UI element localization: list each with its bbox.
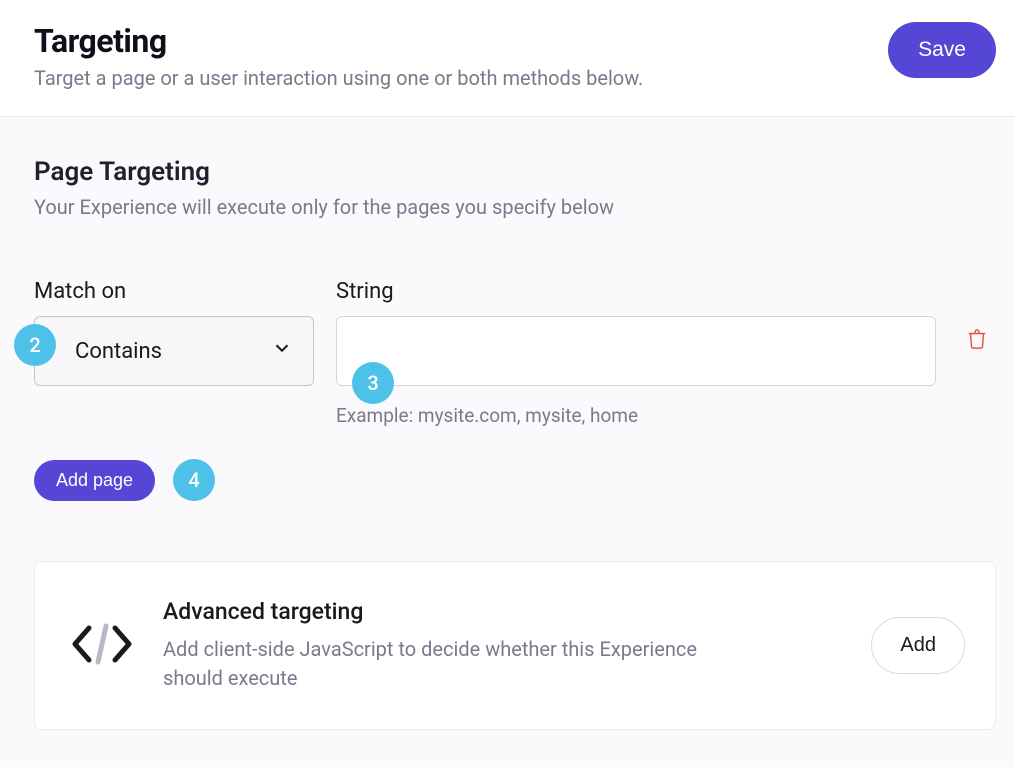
chevron-down-icon <box>271 337 293 365</box>
string-input[interactable] <box>336 316 936 386</box>
advanced-targeting-description: Add client-side JavaScript to decide whe… <box>163 635 723 693</box>
header-text-block: Targeting Target a page or a user intera… <box>34 22 888 90</box>
trash-icon <box>966 339 988 354</box>
match-on-field: Match on 2 Contains <box>34 279 314 386</box>
add-page-button[interactable]: Add page <box>34 460 155 501</box>
step-badge-3: 3 <box>352 362 394 404</box>
page-header: Targeting Target a page or a user intera… <box>0 0 1014 117</box>
save-button[interactable]: Save <box>888 22 996 78</box>
step-badge-4: 4 <box>173 459 215 501</box>
advanced-text-block: Advanced targeting Add client-side JavaS… <box>163 598 843 693</box>
targeting-fields-row: Match on 2 Contains String 3 Example: my… <box>34 279 996 427</box>
add-page-row: Add page 4 <box>34 459 996 501</box>
section-subtitle-page-targeting: Your Experience will execute only for th… <box>34 195 996 219</box>
page-subtitle: Target a page or a user interaction usin… <box>34 66 888 90</box>
advanced-targeting-title: Advanced targeting <box>163 598 843 625</box>
step-badge-2: 2 <box>14 324 56 366</box>
delete-row-container <box>958 279 996 362</box>
advanced-targeting-card: Advanced targeting Add client-side JavaS… <box>34 561 996 730</box>
content-area: Page Targeting Your Experience will exec… <box>0 117 1014 767</box>
page-title: Targeting <box>34 22 888 60</box>
string-label: String <box>336 279 936 304</box>
code-icon <box>69 620 135 672</box>
string-field: String 3 Example: mysite.com, mysite, ho… <box>336 279 936 427</box>
string-hint: Example: mysite.com, mysite, home <box>336 404 936 427</box>
advanced-add-button[interactable]: Add <box>871 617 965 674</box>
delete-row-button[interactable] <box>958 319 996 362</box>
section-title-page-targeting: Page Targeting <box>34 157 996 187</box>
match-on-select[interactable]: Contains <box>34 316 314 386</box>
match-on-label: Match on <box>34 279 314 304</box>
match-on-value: Contains <box>75 339 162 364</box>
